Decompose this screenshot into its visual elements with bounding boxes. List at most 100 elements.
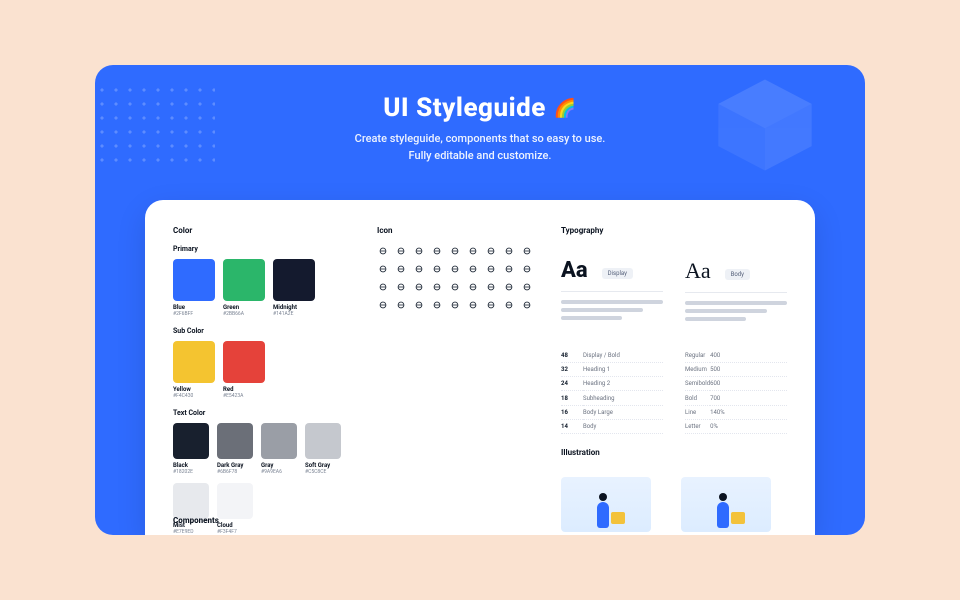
type-weight-label: Regular [685,349,710,363]
video-icon[interactable] [449,299,461,311]
type-name: Subheading [583,391,663,405]
page-title: UI Styleguide 🌈 [383,93,577,123]
swatch-chip [273,259,315,301]
minus-icon[interactable] [503,263,515,275]
font-sample-lines [561,291,663,320]
swatch-chip [173,341,215,383]
pin-icon[interactable] [395,299,407,311]
settings-icon[interactable] [449,245,461,257]
image-icon[interactable] [431,299,443,311]
menu-icon[interactable] [395,281,407,293]
type-name: Display / Bold [583,349,663,363]
font-sample-lines [685,292,787,321]
type-scale-right: Regular400Medium500Semibold600Bold700Lin… [685,349,787,434]
type-weight-value: 600 [710,377,787,391]
type-size: 32 [561,362,583,376]
camera-icon[interactable] [413,299,425,311]
color-swatch[interactable]: Black#18202E [173,423,209,475]
star-icon[interactable] [521,245,533,257]
color-swatch[interactable]: Cloud#F3F4F7 [217,483,253,535]
type-weight-row: Semibold600 [685,377,787,391]
close-icon[interactable] [377,281,389,293]
sub-swatch-row: Yellow #F4C430 Red #E5423A [173,341,353,399]
trash-icon[interactable] [467,263,479,275]
swatch-hex: #6B6F78 [217,470,253,475]
color-swatch[interactable]: Mist#E7E9ED [173,483,209,535]
color-swatch[interactable]: Red #E5423A [223,341,265,399]
type-scale-row: 14Body [561,419,663,433]
heart-icon[interactable] [377,263,389,275]
unlock-icon[interactable] [503,281,515,293]
color-swatch[interactable]: Dark Gray#6B6F78 [217,423,253,475]
user-icon[interactable] [467,245,479,257]
swatch-chip [261,423,297,459]
clock-icon[interactable] [503,245,515,257]
mic-icon[interactable] [467,299,479,311]
download-icon[interactable] [413,263,425,275]
color-swatch[interactable]: Blue #2F6BFF [173,259,215,317]
type-weight-label: Letter [685,419,710,433]
type-size: 16 [561,405,583,419]
swatch-chip [223,259,265,301]
check-icon[interactable] [521,263,533,275]
package-icon [731,512,745,524]
color-swatch[interactable]: Soft Gray#C5C8CE [305,423,341,475]
color-swatch[interactable]: Midnight #141A2E [273,259,315,317]
search-icon[interactable] [395,245,407,257]
swatch-chip [173,423,209,459]
bell-icon[interactable] [413,245,425,257]
title-text: UI Styleguide [383,93,546,123]
styleguide-cover: UI Styleguide 🌈 Create styleguide, compo… [95,65,865,535]
type-name: Body [583,419,663,433]
grid-icon[interactable] [413,281,425,293]
type-weight-value: 0% [710,419,787,433]
color-group-primary-label: Primary [173,245,353,253]
swatch-hex: #F3F4F7 [217,530,253,535]
eye-icon[interactable] [521,281,533,293]
type-scale: 48Display / Bold32Heading 124Heading 218… [561,349,787,434]
font-sample: Aa [561,258,588,283]
type-weight-label: Bold [685,391,710,405]
type-weight-row: Letter0% [685,419,787,433]
person-icon [717,502,729,528]
swatch-hex: #C5C8CE [305,470,341,475]
type-name: Heading 1 [583,362,663,376]
mail-icon[interactable] [431,245,443,257]
tag-icon[interactable] [521,299,533,311]
swatch-hex: #141A2E [273,312,315,317]
type-scale-row: 18Subheading [561,391,663,405]
upload-icon[interactable] [431,263,443,275]
typography-section: Typography Aa Display Aa Body 48Display … [561,226,787,535]
color-swatch[interactable]: Green #2BB66A [223,259,265,317]
map-icon[interactable] [377,299,389,311]
lock-icon[interactable] [485,281,497,293]
filter-icon[interactable] [431,281,443,293]
calendar-icon[interactable] [485,245,497,257]
bookmark-icon[interactable] [395,263,407,275]
type-weight-row: Medium500 [685,362,787,376]
swatch-hex: #9A9EA6 [261,470,297,475]
font-card-primary[interactable]: Aa Display [561,258,663,338]
color-swatch[interactable]: Yellow #F4C430 [173,341,215,399]
illustration-thumbnail[interactable] [681,477,771,532]
color-swatch[interactable]: Gray#9A9EA6 [261,423,297,475]
link-icon[interactable] [467,281,479,293]
swatch-chip [223,341,265,383]
type-name: Body Large [583,405,663,419]
illustration-thumbnail[interactable] [561,477,651,532]
chat-icon[interactable] [503,299,515,311]
type-name: Heading 2 [583,377,663,391]
type-size: 18 [561,391,583,405]
type-weight-value: 140% [710,405,787,419]
share-icon[interactable] [449,281,461,293]
illustration-row [561,477,787,535]
type-weight-value: 400 [710,349,787,363]
plus-icon[interactable] [485,263,497,275]
phone-icon[interactable] [485,299,497,311]
icon-section: Icon [377,226,537,535]
swatch-chip [173,259,215,301]
home-icon[interactable] [377,245,389,257]
rainbow-icon: 🌈 [554,98,577,119]
edit-icon[interactable] [449,263,461,275]
font-card-secondary[interactable]: Aa Body [685,258,787,338]
